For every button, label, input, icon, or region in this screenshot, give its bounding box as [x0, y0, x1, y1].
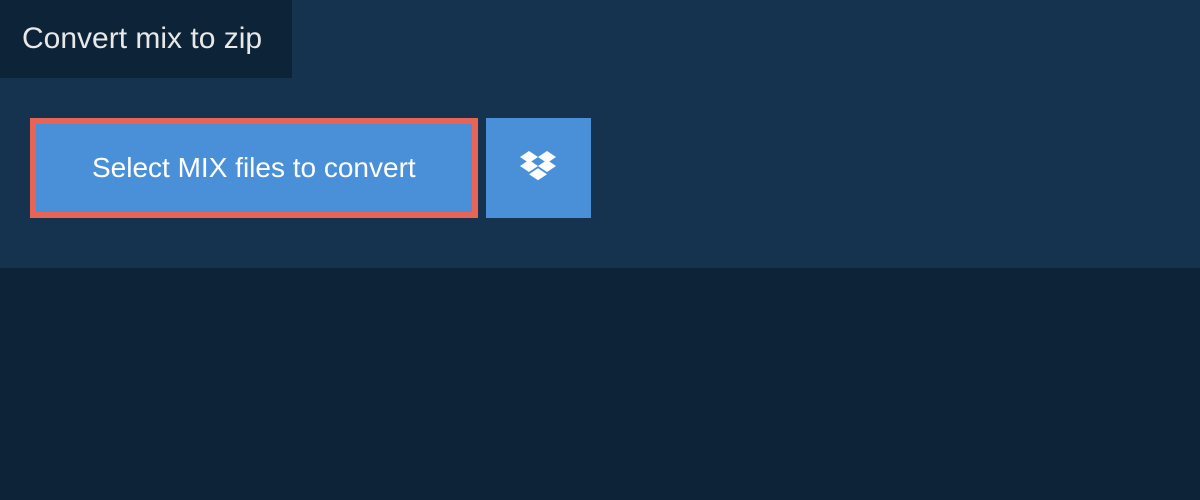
- dropbox-icon: [520, 148, 556, 189]
- select-files-label: Select MIX files to convert: [92, 152, 416, 184]
- page-title-tab: Convert mix to zip: [0, 0, 292, 78]
- converter-panel: Convert mix to zip Select MIX files to c…: [0, 0, 1200, 268]
- dropbox-button[interactable]: [486, 118, 591, 218]
- select-files-button[interactable]: Select MIX files to convert: [30, 118, 478, 218]
- page-title: Convert mix to zip: [22, 22, 262, 55]
- file-select-row: Select MIX files to convert: [30, 118, 1200, 218]
